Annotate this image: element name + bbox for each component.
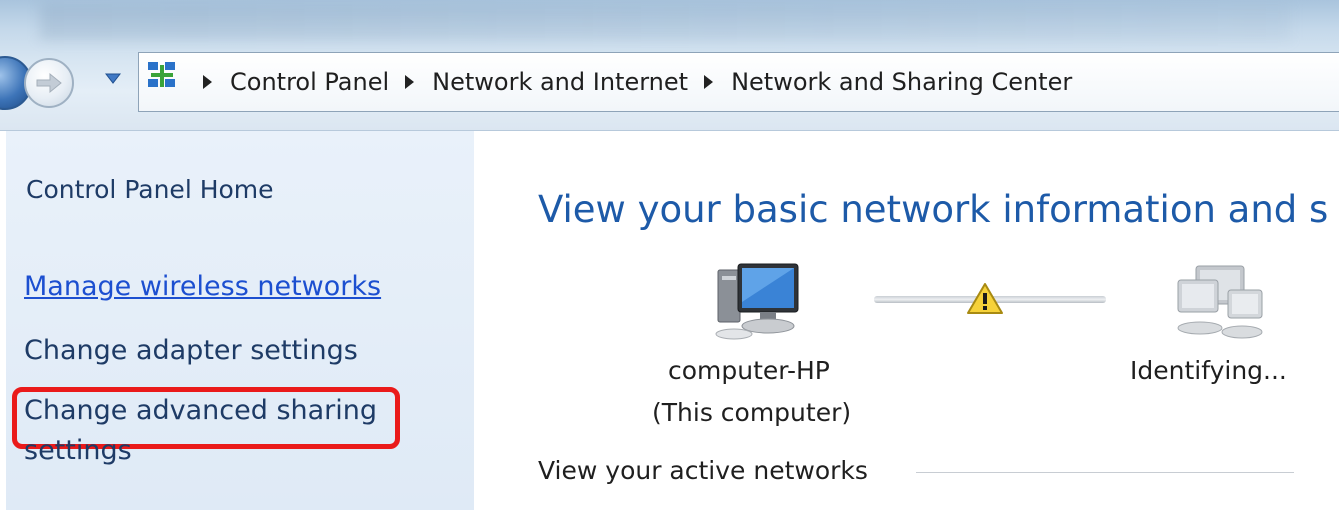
left-nav-pane: Control Panel Home Manage wireless netwo…	[6, 131, 474, 510]
page-title: View your basic network information and …	[538, 188, 1329, 231]
change-advanced-sharing-link-line2[interactable]: settings	[24, 435, 132, 466]
control-panel-home-link[interactable]: Control Panel Home	[26, 175, 274, 204]
breadcrumb-network-and-sharing-center[interactable]: Network and Sharing Center	[731, 68, 1072, 96]
warning-icon[interactable]	[966, 282, 1004, 316]
manage-wireless-networks-link[interactable]: Manage wireless networks	[24, 271, 381, 302]
breadcrumb-separator-icon[interactable]	[203, 75, 212, 89]
breadcrumb-network-and-internet[interactable]: Network and Internet	[432, 68, 688, 96]
window-titlebar: Control Panel Network and Internet Netwo…	[0, 0, 1339, 131]
network-icon[interactable]	[1172, 262, 1268, 344]
breadcrumb-control-panel[interactable]: Control Panel	[230, 68, 389, 96]
breadcrumb: Control Panel Network and Internet Netwo…	[197, 53, 1072, 111]
computer-sub-label: (This computer)	[652, 398, 852, 427]
section-divider	[916, 472, 1294, 473]
chevron-down-icon	[105, 73, 121, 84]
change-advanced-sharing-link[interactable]: Change advanced sharing	[24, 395, 377, 426]
forward-button[interactable]	[24, 58, 74, 108]
network-center-icon	[148, 62, 175, 87]
computer-name-label: computer-HP	[668, 356, 830, 385]
address-bar[interactable]: Control Panel Network and Internet Netwo…	[138, 52, 1339, 112]
change-adapter-settings-link[interactable]: Change adapter settings	[24, 335, 358, 366]
forward-arrow-icon	[36, 72, 62, 94]
breadcrumb-separator-icon[interactable]	[405, 75, 415, 89]
computer-icon[interactable]	[712, 262, 802, 344]
breadcrumb-separator-icon[interactable]	[704, 75, 714, 89]
active-networks-heading: View your active networks	[538, 456, 868, 485]
titlebar-blurred-text	[40, 4, 1290, 40]
recent-pages-button[interactable]	[105, 70, 121, 86]
network-status-label: Identifying...	[1130, 356, 1287, 385]
